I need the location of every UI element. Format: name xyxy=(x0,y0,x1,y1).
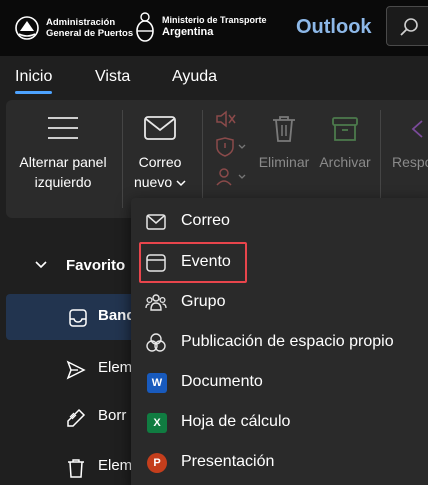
search-button[interactable] xyxy=(386,6,428,46)
favorites-header[interactable]: Favorito xyxy=(66,257,125,274)
nav-item-deleted[interactable]: Elem xyxy=(6,444,146,485)
toggle-pane-label-1: Alternar panel xyxy=(19,154,107,170)
coat-of-arms-icon xyxy=(136,12,154,42)
delete-button[interactable]: Eliminar xyxy=(254,114,314,172)
nav-item-label: Borr xyxy=(98,407,127,424)
chevron-down-icon xyxy=(176,180,186,187)
excel-icon: X xyxy=(145,412,167,434)
draft-pencil-icon xyxy=(67,408,86,427)
menu-item-presentation[interactable]: P Presentación xyxy=(131,443,428,483)
archive-label: Archivar xyxy=(319,154,371,170)
trash-icon xyxy=(68,459,84,478)
new-mail-label-2: nuevo xyxy=(124,172,196,192)
archive-box-icon xyxy=(332,117,358,141)
hamburger-icon xyxy=(48,117,78,139)
nav-item-drafts[interactable]: Borr xyxy=(6,394,146,440)
archive-button[interactable]: Archivar xyxy=(314,114,376,172)
toggle-left-pane-button[interactable]: Alternar panel izquierdo xyxy=(10,114,116,192)
loop-icon xyxy=(146,333,166,352)
report-shield-icon xyxy=(216,137,246,157)
agp-line1: Administración xyxy=(46,17,116,28)
menu-item-group[interactable]: Grupo xyxy=(131,283,428,323)
tab-vista[interactable]: Vista xyxy=(95,68,130,86)
trash-icon xyxy=(273,116,295,142)
agp-emblem-icon xyxy=(15,16,39,40)
mail-icon xyxy=(146,214,166,230)
powerpoint-icon: P xyxy=(145,452,167,474)
ribbon-separator xyxy=(122,110,123,208)
ribbon-separator xyxy=(380,110,381,208)
agp-logo: Administración General de Puertos xyxy=(14,10,133,46)
menu-item-label: Correo xyxy=(181,212,230,229)
menu-item-label: Grupo xyxy=(181,293,226,310)
menu-item-loop-workspace[interactable]: Publicación de espacio propio xyxy=(131,323,428,363)
app-brand-title: Outlook xyxy=(296,16,372,38)
agp-line2: General de Puertos xyxy=(46,28,134,39)
new-mail-button[interactable]: Correo nuevo xyxy=(124,114,196,192)
nav-item-label: Elem xyxy=(98,457,133,474)
nav-item-label: Band xyxy=(98,307,136,324)
collapse-favorites-icon[interactable] xyxy=(34,258,48,272)
ministry-line2: Argentina xyxy=(162,26,214,38)
people-shield-icon xyxy=(216,168,246,186)
calendar-icon xyxy=(146,254,166,272)
tab-inicio[interactable]: Inicio xyxy=(15,68,53,94)
menu-item-label: Presentación xyxy=(181,453,275,470)
nav-item-sent[interactable]: Elem xyxy=(6,346,146,392)
word-icon: W xyxy=(145,372,167,394)
send-icon xyxy=(66,360,86,380)
nav-item-label: Elem xyxy=(98,359,133,376)
ministry-logo: Ministerio de Transporte Argentina xyxy=(134,8,267,46)
ribbon-tabs: Inicio Vista Ayuda xyxy=(0,56,428,100)
menu-item-label: Evento xyxy=(181,253,231,270)
new-mail-label-1: Correo xyxy=(138,154,182,170)
top-header: Administración General de Puertos Minist… xyxy=(0,0,428,56)
reply-label: Respo xyxy=(392,154,428,170)
reply-arrow-icon xyxy=(411,120,423,138)
menu-item-mail[interactable]: Correo xyxy=(131,202,428,242)
tab-ayuda[interactable]: Ayuda xyxy=(172,68,217,86)
mute-icon xyxy=(216,110,236,128)
reply-button[interactable]: Respo xyxy=(392,114,428,172)
search-icon xyxy=(400,18,418,36)
menu-item-spreadsheet[interactable]: X Hoja de cálculo xyxy=(131,403,428,443)
toggle-pane-label-2: izquierdo xyxy=(34,174,92,190)
delete-label: Eliminar xyxy=(258,154,310,170)
menu-item-event[interactable]: Evento xyxy=(131,243,428,283)
inbox-icon xyxy=(69,309,87,327)
new-item-dropdown-menu: Correo Evento Grupo Publicación de espac… xyxy=(131,198,428,485)
menu-item-label: Publicación de espacio propio xyxy=(181,333,394,350)
ribbon-separator xyxy=(202,110,203,208)
group-icon xyxy=(145,294,167,311)
menu-item-label: Documento xyxy=(181,373,263,390)
ministry-line1: Ministerio de Transporte xyxy=(162,15,267,25)
nav-item-inbox[interactable]: Band xyxy=(6,294,146,340)
menu-item-label: Hoja de cálculo xyxy=(181,413,291,430)
menu-item-document[interactable]: W Documento xyxy=(131,363,428,403)
mail-icon xyxy=(144,116,176,140)
